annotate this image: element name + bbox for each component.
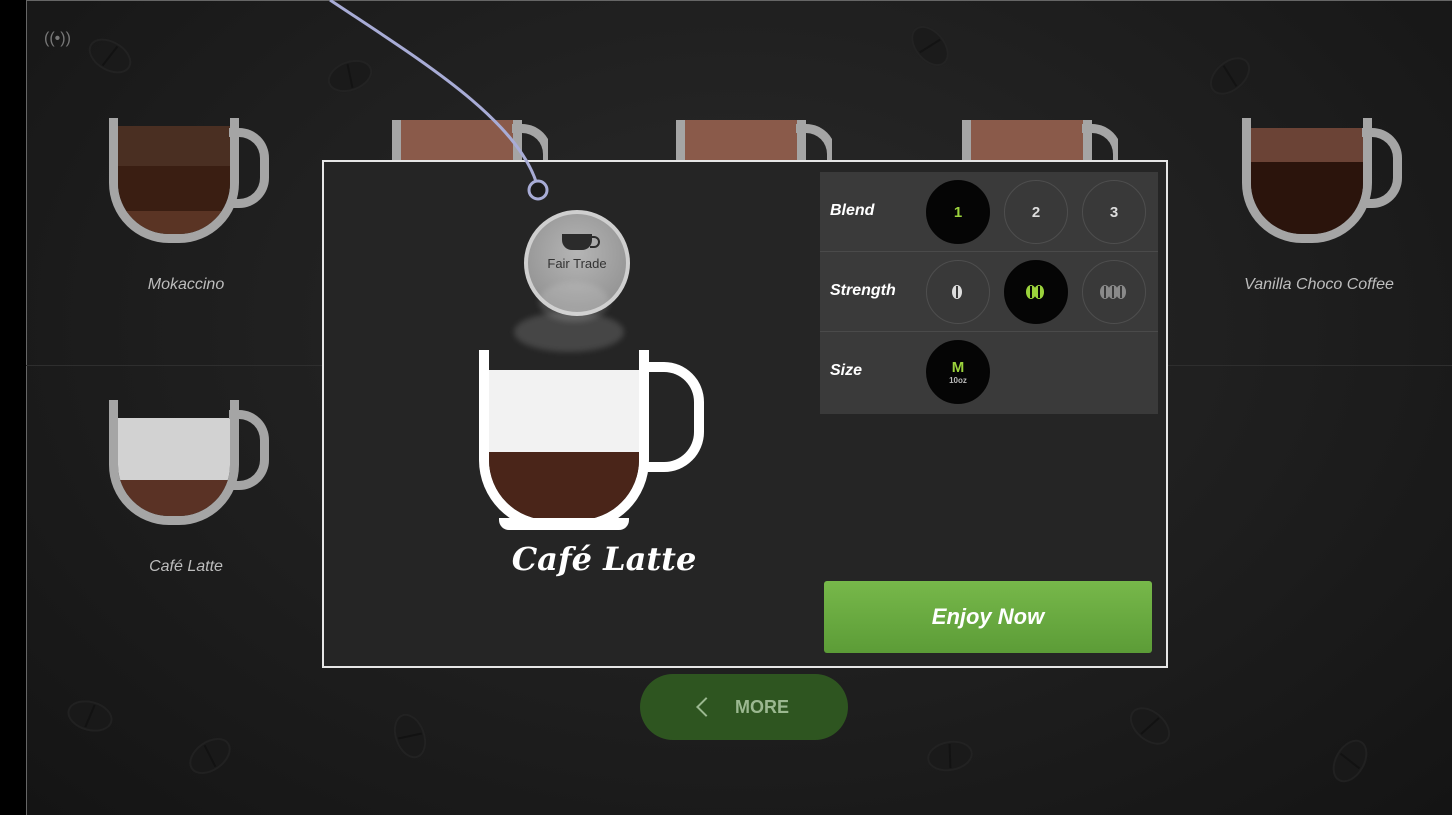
- drink-tile-cafe-latte[interactable]: Café Latte: [86, 400, 286, 576]
- more-label: MORE: [735, 696, 789, 717]
- strength-option-3-beans[interactable]: [1082, 260, 1146, 324]
- background-bean: [323, 54, 377, 98]
- drink-detail-modal: Fair Trade Café Latte Blend 1 2 3 Streng…: [322, 160, 1168, 668]
- size-row: Size M 10oz: [820, 332, 1158, 412]
- strength-row: Strength: [820, 252, 1158, 332]
- blend-option-2[interactable]: 2: [1004, 180, 1068, 244]
- background-bean: [182, 730, 238, 782]
- cafe-latte-cup-icon: [101, 400, 271, 530]
- blend-row: Blend 1 2 3: [820, 172, 1158, 252]
- background-bean: [1122, 699, 1178, 753]
- strength-option-2-beans[interactable]: [1004, 260, 1068, 324]
- background-bean: [903, 18, 957, 74]
- background-bean: [63, 695, 117, 737]
- drink-tile-hidden-1[interactable]: [378, 110, 548, 165]
- background-bean: [1325, 733, 1375, 789]
- drink-tile-hidden-2[interactable]: [662, 110, 832, 165]
- drink-tile-hidden-3[interactable]: [948, 110, 1118, 165]
- drink-name: Café Latte: [511, 540, 697, 578]
- vanilla-choco-cup-icon: [1234, 118, 1404, 248]
- drink-tile-label: Mokaccino: [147, 276, 225, 293]
- cafe-latte-hero-icon: [479, 350, 719, 530]
- strength-label: Strength: [830, 282, 896, 299]
- background-bean: [1202, 49, 1258, 103]
- background-bean: [924, 737, 976, 775]
- drink-tile-mokaccino[interactable]: Mokaccino: [86, 118, 286, 294]
- options-panel: Blend 1 2 3 Strength Size M 10oz: [820, 172, 1158, 414]
- more-button[interactable]: MORE: [640, 674, 848, 740]
- wifi-signal-icon: ((•)): [44, 30, 71, 47]
- coffee-beans-icon: [1026, 285, 1044, 299]
- mokaccino-cup-icon: [101, 118, 271, 248]
- drink-tile-vanilla-choco-coffee[interactable]: Vanilla Choco Coffee: [1214, 118, 1424, 294]
- steam-decoration: [539, 282, 609, 322]
- blend-label: Blend: [830, 202, 875, 219]
- fair-trade-label: Fair Trade: [547, 256, 607, 271]
- enjoy-now-button[interactable]: Enjoy Now: [824, 581, 1152, 653]
- background-bean: [82, 31, 138, 81]
- cup-icon: [562, 234, 600, 250]
- drink-tile-label: Vanilla Choco Coffee: [1244, 276, 1394, 293]
- size-volume: 10oz: [949, 376, 967, 385]
- size-label: Size: [830, 362, 863, 379]
- coffee-bean-icon: [952, 285, 962, 299]
- strength-option-1-bean[interactable]: [926, 260, 990, 324]
- blend-option-1[interactable]: 1: [926, 180, 990, 244]
- drink-tile-label: Café Latte: [149, 558, 223, 575]
- chevron-left-icon: [696, 697, 716, 717]
- coffee-beans-icon: [1100, 285, 1126, 299]
- size-value: M: [951, 359, 965, 376]
- background-bean: [388, 709, 432, 763]
- size-option-m[interactable]: M 10oz: [926, 340, 990, 404]
- blend-option-3[interactable]: 3: [1082, 180, 1146, 244]
